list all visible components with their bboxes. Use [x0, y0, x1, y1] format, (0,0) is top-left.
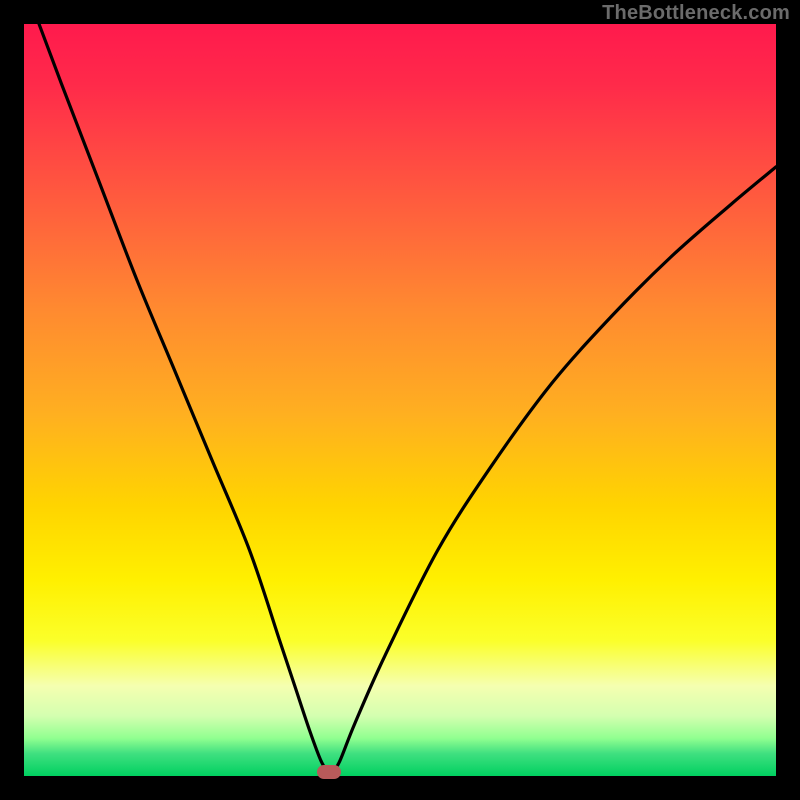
curve-path	[39, 24, 776, 774]
watermark-text: TheBottleneck.com	[602, 2, 790, 25]
chart-frame: TheBottleneck.com	[0, 0, 800, 800]
optimal-point-marker	[317, 765, 341, 779]
bottleneck-curve	[24, 24, 776, 776]
